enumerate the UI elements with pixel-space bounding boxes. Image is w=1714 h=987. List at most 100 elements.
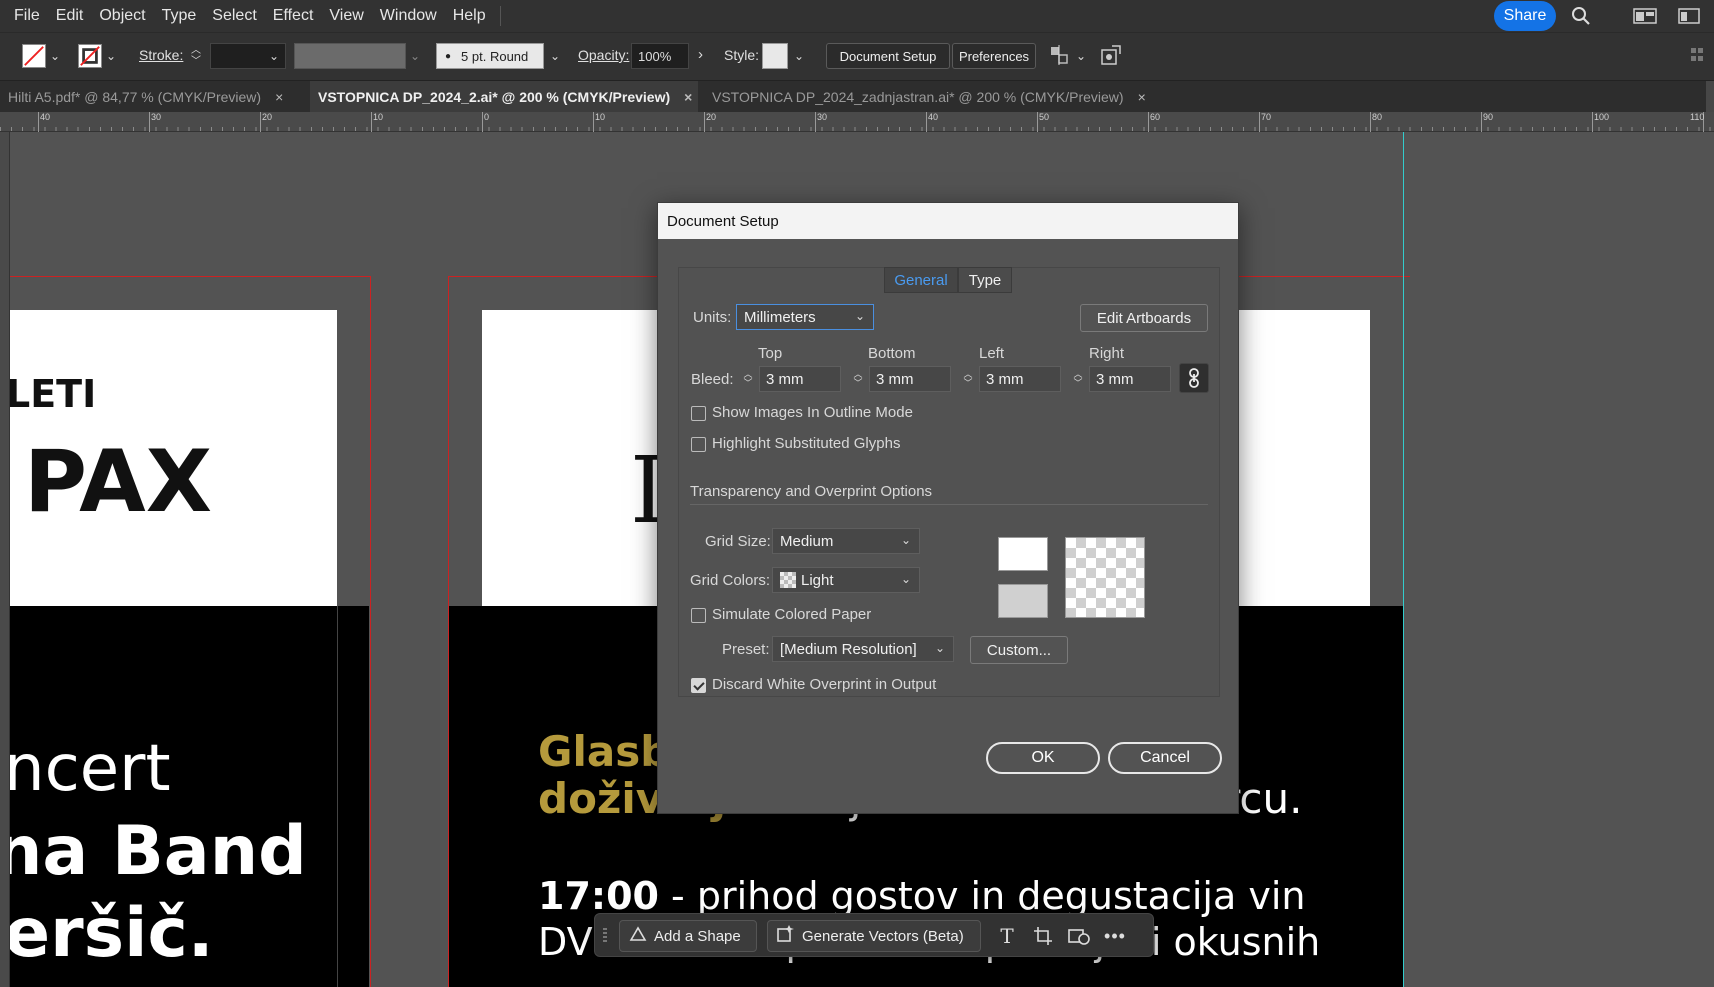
artwork-text-line: 17:00 - prihod gostov in degustacija vin (538, 874, 1305, 918)
ok-button[interactable]: OK (986, 742, 1100, 774)
bleed-top-input[interactable]: 3 mm (759, 366, 841, 392)
grid-color-swatch[interactable] (998, 584, 1048, 618)
share-button[interactable]: Share (1494, 1, 1556, 31)
stroke-dropdown-icon[interactable]: ⌄ (106, 49, 116, 63)
tab-type[interactable]: Type (958, 267, 1012, 293)
link-bleed-icon[interactable] (1179, 363, 1209, 393)
bleed-bottom-stepper[interactable]: ︿ ﹀ (849, 366, 867, 392)
preset-value: [Medium Resolution] (780, 640, 917, 658)
tab-label: VSTOPNICA DP_2024_zadnjastran.ai* @ 200 … (712, 89, 1124, 105)
horizontal-ruler[interactable] (0, 112, 1714, 132)
ruler-label: 40 (928, 112, 939, 122)
style-dropdown-icon[interactable]: ⌄ (794, 49, 804, 63)
grid-size-label: Grid Size: (705, 533, 771, 550)
menu-file[interactable]: File (6, 0, 48, 32)
simulate-paper-checkbox[interactable] (691, 608, 706, 623)
dialog-title[interactable]: Document Setup (658, 203, 1238, 239)
stroke-weight-field[interactable]: ⌄ (210, 43, 286, 69)
cancel-button[interactable]: Cancel (1108, 742, 1222, 774)
transparency-grid-preview (1065, 537, 1145, 618)
bleed-right-input[interactable]: 3 mm (1089, 366, 1171, 392)
type-tool-icon[interactable]: T (995, 924, 1019, 948)
align-dropdown-icon[interactable]: ⌄ (1076, 49, 1086, 63)
menu-object[interactable]: Object (91, 0, 153, 32)
bleed-bottom-input[interactable]: 3 mm (869, 366, 951, 392)
style-label: Style: (724, 47, 760, 63)
add-shape-button[interactable]: Add a Shape (619, 920, 757, 952)
custom-button[interactable]: Custom... (970, 636, 1068, 664)
bleed-left-stepper[interactable]: ︿ ﹀ (959, 366, 977, 392)
bleed-bottom-label: Bottom (868, 345, 916, 362)
bleed-right-label: Right (1089, 345, 1125, 362)
ruler-major-tick (1259, 112, 1260, 132)
artwork-text: LETI (10, 372, 97, 416)
document-setup-button[interactable]: Document Setup (826, 43, 950, 69)
tab-general[interactable]: General (884, 267, 958, 293)
brush-definition[interactable]: ● 5 pt. Round (436, 43, 544, 69)
menu-edit[interactable]: Edit (48, 0, 92, 32)
artwork-text: Glasb (538, 727, 671, 776)
ruler-major-tick (1148, 112, 1149, 132)
ruler-major-tick (815, 112, 816, 132)
crop-icon[interactable] (1031, 924, 1055, 948)
graphic-style-swatch[interactable] (762, 43, 788, 69)
grid-size-dropdown[interactable]: Medium ⌄ (772, 528, 920, 554)
fill-swatch[interactable] (22, 44, 46, 68)
menu-view[interactable]: View (321, 0, 371, 32)
workspace-switcher-icon[interactable] (1632, 4, 1658, 28)
align-icon[interactable] (1048, 43, 1072, 67)
preset-dropdown[interactable]: [Medium Resolution] ⌄ (772, 636, 954, 662)
edit-artboards-button[interactable]: Edit Artboards (1080, 304, 1208, 332)
close-icon[interactable]: × (275, 89, 283, 105)
drag-handle-icon[interactable] (603, 928, 607, 944)
variable-width-profile[interactable] (294, 43, 406, 69)
menu-divider (499, 6, 501, 26)
vertical-ruler[interactable] (0, 132, 10, 987)
fill-dropdown-icon[interactable]: ⌄ (50, 49, 60, 63)
brush-dropdown-icon[interactable]: ⌄ (550, 49, 560, 63)
close-icon[interactable]: × (1138, 89, 1146, 105)
search-icon[interactable] (1568, 4, 1594, 28)
ruler-major-tick (593, 112, 594, 132)
bleed-line (10, 276, 371, 277)
grid-colors-label: Grid Colors: (690, 572, 771, 589)
menu-window[interactable]: Window (372, 0, 445, 32)
paper-color-swatch[interactable] (998, 537, 1048, 571)
bleed-top-stepper[interactable]: ︿ ﹀ (739, 366, 757, 392)
bleed-label: Bleed: (691, 371, 734, 388)
units-dropdown[interactable]: Millimeters ⌄ (736, 304, 874, 330)
tab-hilti[interactable]: Hilti A5.pdf* @ 84,77 % (CMYK/Preview) × (0, 81, 308, 113)
arrange-documents-icon[interactable] (1676, 4, 1702, 28)
recolor-icon[interactable] (1100, 43, 1124, 67)
stroke-swatch[interactable] (78, 44, 102, 68)
discard-white-checkbox[interactable] (691, 678, 706, 693)
guide-line[interactable] (1403, 132, 1404, 987)
ruler-major-tick (1592, 112, 1593, 132)
ruler-major-tick (38, 112, 39, 132)
close-icon[interactable]: × (684, 89, 692, 105)
opacity-label[interactable]: Opacity: (578, 47, 629, 63)
section-divider (690, 504, 1208, 505)
menu-effect[interactable]: Effect (265, 0, 322, 32)
menu-select[interactable]: Select (204, 0, 264, 32)
more-options-icon[interactable]: ••• (1103, 924, 1127, 948)
bleed-right-stepper[interactable]: ︿ ﹀ (1069, 366, 1087, 392)
tab-vstopnica-2[interactable]: VSTOPNICA DP_2024_2.ai* @ 200 % (CMYK/Pr… (310, 81, 698, 113)
menu-type[interactable]: Type (154, 0, 205, 32)
ruler-major-tick (1481, 112, 1482, 132)
ruler-label: 10 (373, 112, 384, 122)
stroke-label[interactable]: Stroke: (139, 47, 183, 63)
show-images-outline-checkbox[interactable] (691, 406, 706, 421)
generate-vectors-button[interactable]: Generate Vectors (Beta) (767, 920, 981, 952)
stroke-weight-stepper[interactable]: ︿ ﹀ (189, 42, 203, 70)
highlight-glyphs-checkbox[interactable] (691, 437, 706, 452)
tab-vstopnica-zadnjastran[interactable]: VSTOPNICA DP_2024_zadnjastran.ai* @ 200 … (704, 81, 1164, 113)
grid-colors-dropdown[interactable]: Light ⌄ (772, 567, 920, 593)
opacity-field[interactable]: 100% (631, 43, 689, 69)
image-trace-icon[interactable] (1067, 924, 1091, 948)
menu-help[interactable]: Help (445, 0, 494, 32)
opacity-arrow-icon[interactable]: › (698, 46, 703, 63)
bleed-left-input[interactable]: 3 mm (979, 366, 1061, 392)
panel-grip-icon[interactable] (1690, 45, 1706, 65)
preferences-button[interactable]: Preferences (952, 43, 1036, 69)
